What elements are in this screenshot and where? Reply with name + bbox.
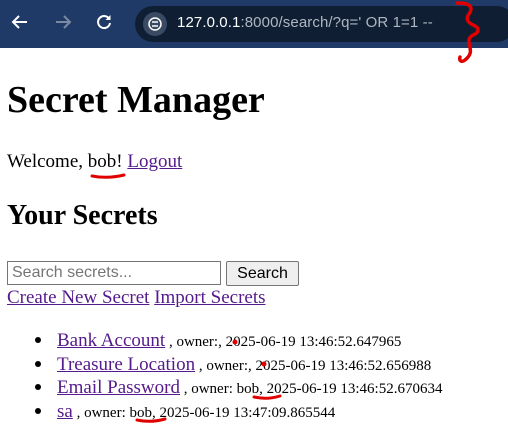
bullet	[35, 360, 41, 367]
reload-icon[interactable]	[92, 10, 116, 34]
owner-name: bob	[129, 404, 152, 421]
search-button[interactable]: Search	[226, 261, 299, 286]
owner-label: , owner:	[72, 404, 130, 421]
search-input[interactable]	[7, 261, 221, 285]
url-path: :8000/search/?q=' OR 1=1 --	[240, 14, 433, 31]
section-title: Your Secrets	[7, 200, 158, 231]
list-item: Bank Account , owner:, 2025-06-19 13:46:…	[7, 330, 442, 354]
timestamp: , 2025-06-19 13:47:09.865544	[151, 404, 336, 421]
list-item: Email Password , owner: bob, 2025-06-19 …	[7, 377, 442, 401]
import-secrets-link[interactable]: Import Secrets	[154, 287, 265, 308]
secret-link[interactable]: Email Password	[57, 377, 180, 398]
back-arrow-icon[interactable]	[8, 10, 32, 34]
secret-link[interactable]: Bank Account	[57, 330, 165, 351]
secrets-list: Bank Account , owner:, 2025-06-19 13:46:…	[7, 330, 442, 424]
list-item: sa , owner: bob, 2025-06-19 13:47:09.865…	[7, 401, 442, 425]
owner-label: , owner:	[179, 381, 237, 397]
owner-label: , owner:	[165, 334, 219, 350]
action-links: Create New Secret Import Secrets	[7, 287, 266, 309]
url-text[interactable]: 127.0.0.1:8000/search/?q=' OR 1=1 --	[177, 14, 433, 31]
address-bar[interactable]: 127.0.0.1:8000/search/?q=' OR 1=1 --	[135, 6, 508, 42]
bullet	[35, 337, 41, 343]
forward-arrow-icon[interactable]	[51, 10, 75, 34]
logout-link[interactable]: Logout	[127, 151, 182, 172]
list-item: Treasure Location , owner:, 2025-06-19 1…	[7, 354, 442, 378]
url-host: 127.0.0.1	[177, 14, 241, 31]
welcome-suffix: !	[116, 151, 123, 172]
timestamp: , 2025-06-19 13:46:52.656988	[247, 357, 432, 374]
timestamp: , 2025-06-19 13:46:52.670634	[259, 381, 443, 397]
owner-label: , owner:	[195, 357, 248, 374]
secret-link[interactable]: sa	[57, 401, 73, 422]
timestamp: , 2025-06-19 13:46:52.647965	[218, 334, 402, 350]
secret-link[interactable]: Treasure Location	[57, 354, 195, 375]
welcome-prefix: Welcome,	[7, 151, 88, 172]
red-underline-annotation	[90, 173, 126, 179]
browser-toolbar: 127.0.0.1:8000/search/?q=' OR 1=1 --	[0, 0, 508, 63]
username: bob	[87, 151, 117, 172]
page-title: Secret Manager	[7, 79, 265, 121]
bullet	[35, 384, 41, 390]
bullet	[35, 407, 41, 414]
site-info-icon[interactable]	[143, 12, 167, 36]
owner-name: bob	[236, 381, 260, 397]
welcome-line: Welcome, bob! Logout	[7, 151, 182, 173]
create-secret-link[interactable]: Create New Secret	[7, 287, 149, 308]
